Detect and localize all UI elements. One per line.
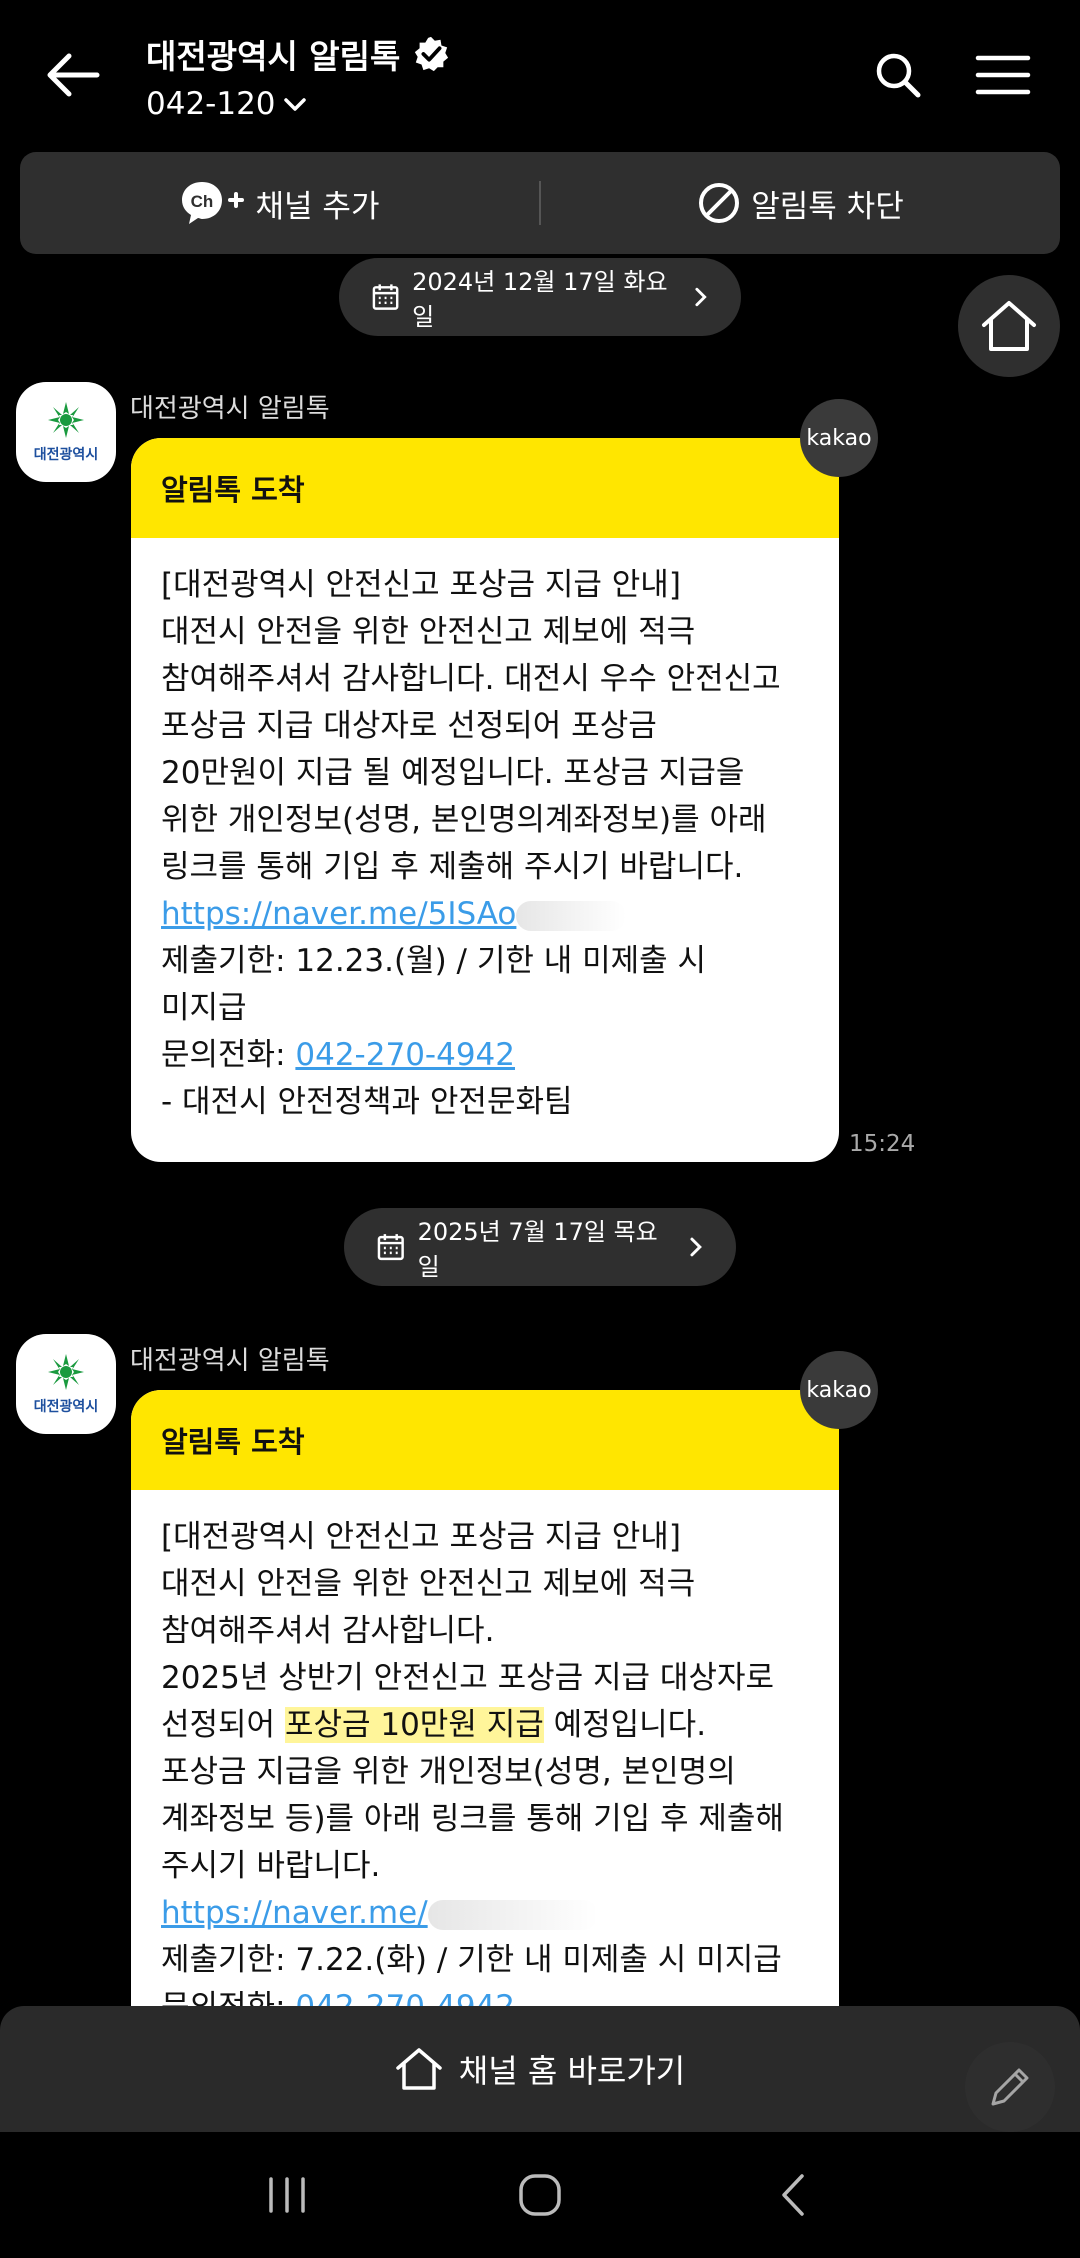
- home-floating-button[interactable]: [958, 275, 1060, 377]
- calendar-icon: [372, 284, 399, 310]
- back-nav-button[interactable]: [753, 2155, 833, 2235]
- date-label: 2024년 12월 17일 화요일: [412, 268, 668, 331]
- bubble-body: [대전광역시 안전신고 포상금 지급 안내] 대전시 안전을 위한 안전신고 제…: [131, 538, 839, 1162]
- message-link[interactable]: https://naver.me/5ISAo: [161, 896, 516, 932]
- daejeon-logo-icon: [48, 402, 84, 438]
- message-time: 15:24: [849, 1131, 916, 1157]
- message-line: 대전시 안전을 위한 안전신고 제보에 적극: [161, 1566, 696, 1602]
- search-icon: [876, 53, 921, 98]
- bubble-header: 알림톡 도착: [131, 438, 839, 538]
- channel-add-icon: Ch: [180, 178, 246, 228]
- phone-label: 문의전화:: [161, 1037, 296, 1073]
- svg-text:Ch: Ch: [190, 192, 213, 211]
- compose-button[interactable]: [965, 2042, 1055, 2132]
- recent-apps-icon: [268, 2177, 305, 2213]
- sender-name: 대전광역시 알림톡: [130, 394, 330, 424]
- chevron-down-icon: [283, 98, 306, 111]
- date-label: 2025년 7월 17일 목요일: [417, 1218, 658, 1281]
- sender-name: 대전광역시 알림톡: [130, 1346, 330, 1376]
- chevron-right-icon: [690, 1237, 703, 1257]
- message-bubble: 알림톡 도착 [대전광역시 안전신고 포상금 지급 안내] 대전시 안전을 위한…: [131, 438, 839, 1162]
- block-label: 알림톡 차단: [751, 188, 904, 225]
- message-line: 2025년 상반기 안전신고 포상금 지급 대상자로: [161, 1660, 775, 1696]
- redacted-blur: [516, 900, 627, 931]
- recent-apps-button[interactable]: [247, 2155, 327, 2235]
- message-line: 링크를 통해 기입 후 제출해 주시기 바랍니다.: [161, 849, 744, 885]
- search-button[interactable]: [868, 40, 928, 110]
- message-line: 참여해주셔서 감사합니다. 대전시 우수 안전신고: [161, 661, 781, 697]
- message-line: 미지급: [161, 990, 247, 1026]
- message-line: 대전시 안전을 위한 안전신고 제보에 적극: [161, 614, 696, 650]
- message-line: - 대전시 안전정책과 안전문화팀: [161, 1084, 573, 1120]
- chat-header: 대전광역시 알림톡 042-120: [0, 0, 1080, 150]
- home-nav-button[interactable]: [500, 2155, 580, 2235]
- message-line: 포상금 지급 대상자로 선정되어 포상금: [161, 708, 657, 744]
- message-line: 참여해주셔서 감사합니다.: [161, 1613, 495, 1649]
- message-line: 20만원이 지급 될 예정입니다. 포상금 지급을: [161, 755, 745, 791]
- home-circle-icon: [519, 2174, 561, 2216]
- channel-home-button[interactable]: 채널 홈 바로가기: [0, 2006, 1080, 2132]
- add-channel-button[interactable]: Ch 채널 추가: [20, 152, 539, 254]
- message-line: [대전광역시 안전신고 포상금 지급 안내]: [161, 567, 681, 603]
- redacted-blur: [427, 1899, 598, 1930]
- message-bubble: 알림톡 도착 [대전광역시 안전신고 포상금 지급 안내] 대전시 안전을 위한…: [131, 1390, 839, 2010]
- bubble-body: [대전광역시 안전신고 포상금 지급 안내] 대전시 안전을 위한 안전신고 제…: [131, 1490, 839, 2010]
- chevron-right-icon: [695, 287, 708, 307]
- date-divider[interactable]: 2024년 12월 17일 화요일: [339, 258, 741, 336]
- bubble-header: 알림톡 도착: [131, 1390, 839, 1490]
- message-line: [대전광역시 안전신고 포상금 지급 안내]: [161, 1519, 681, 1555]
- channel-info[interactable]: 대전광역시 알림톡 042-120: [146, 30, 450, 122]
- system-nav-bar: [0, 2132, 1080, 2258]
- message-link[interactable]: https://naver.me/: [161, 1895, 428, 1931]
- highlighted-text: 포상금 10만원 지급: [284, 1707, 544, 1743]
- menu-button[interactable]: [970, 40, 1036, 110]
- block-icon: [699, 183, 740, 223]
- verified-badge-icon: [415, 36, 449, 72]
- avatar[interactable]: 대전광역시: [16, 1334, 116, 1434]
- avatar[interactable]: 대전광역시: [16, 382, 116, 482]
- message-line: 위한 개인정보(성명, 본인명의계좌정보)를 아래: [161, 802, 767, 838]
- channel-title: 대전광역시 알림톡: [146, 37, 401, 76]
- arrow-left-icon: [47, 53, 100, 97]
- daejeon-logo-icon: [48, 1354, 84, 1390]
- kakao-badge: kakao: [800, 399, 878, 477]
- pencil-icon: [991, 2068, 1029, 2106]
- message-line: 제출기한: 12.23.(월) / 기한 내 미제출 시: [161, 943, 707, 979]
- avatar-label: 대전광역시: [33, 447, 99, 463]
- message-text: 예정입니다.: [543, 1707, 707, 1743]
- back-button[interactable]: [38, 40, 108, 110]
- avatar-label: 대전광역시: [33, 1399, 99, 1415]
- message-line: 주시기 바랍니다.: [161, 1848, 381, 1884]
- message-line: 포상금 지급을 위한 개인정보(성명, 본인명의: [161, 1754, 736, 1790]
- phone-link[interactable]: 042-270-4942: [295, 1037, 515, 1073]
- add-channel-label: 채널 추가: [255, 188, 380, 225]
- home-icon: [982, 301, 1036, 351]
- kakao-badge: kakao: [800, 1351, 878, 1429]
- block-notification-button[interactable]: 알림톡 차단: [541, 152, 1060, 254]
- message-line: 계좌정보 등)를 아래 링크를 통해 기입 후 제출해: [161, 1801, 784, 1837]
- calendar-icon: [377, 1234, 404, 1261]
- message-text: 선정되어: [161, 1707, 285, 1743]
- channel-phone: 042-120: [146, 86, 276, 122]
- hamburger-menu-icon: [975, 55, 1031, 95]
- channel-home-label: 채널 홈 바로가기: [458, 2052, 686, 2090]
- channel-action-bar: Ch 채널 추가 알림톡 차단: [20, 152, 1060, 254]
- date-divider[interactable]: 2025년 7월 17일 목요일: [344, 1208, 736, 1286]
- message-line: 제출기한: 7.22.(화) / 기한 내 미제출 시 미지급: [161, 1942, 782, 1978]
- home-icon: [396, 2048, 442, 2090]
- chevron-left-icon: [782, 2174, 805, 2216]
